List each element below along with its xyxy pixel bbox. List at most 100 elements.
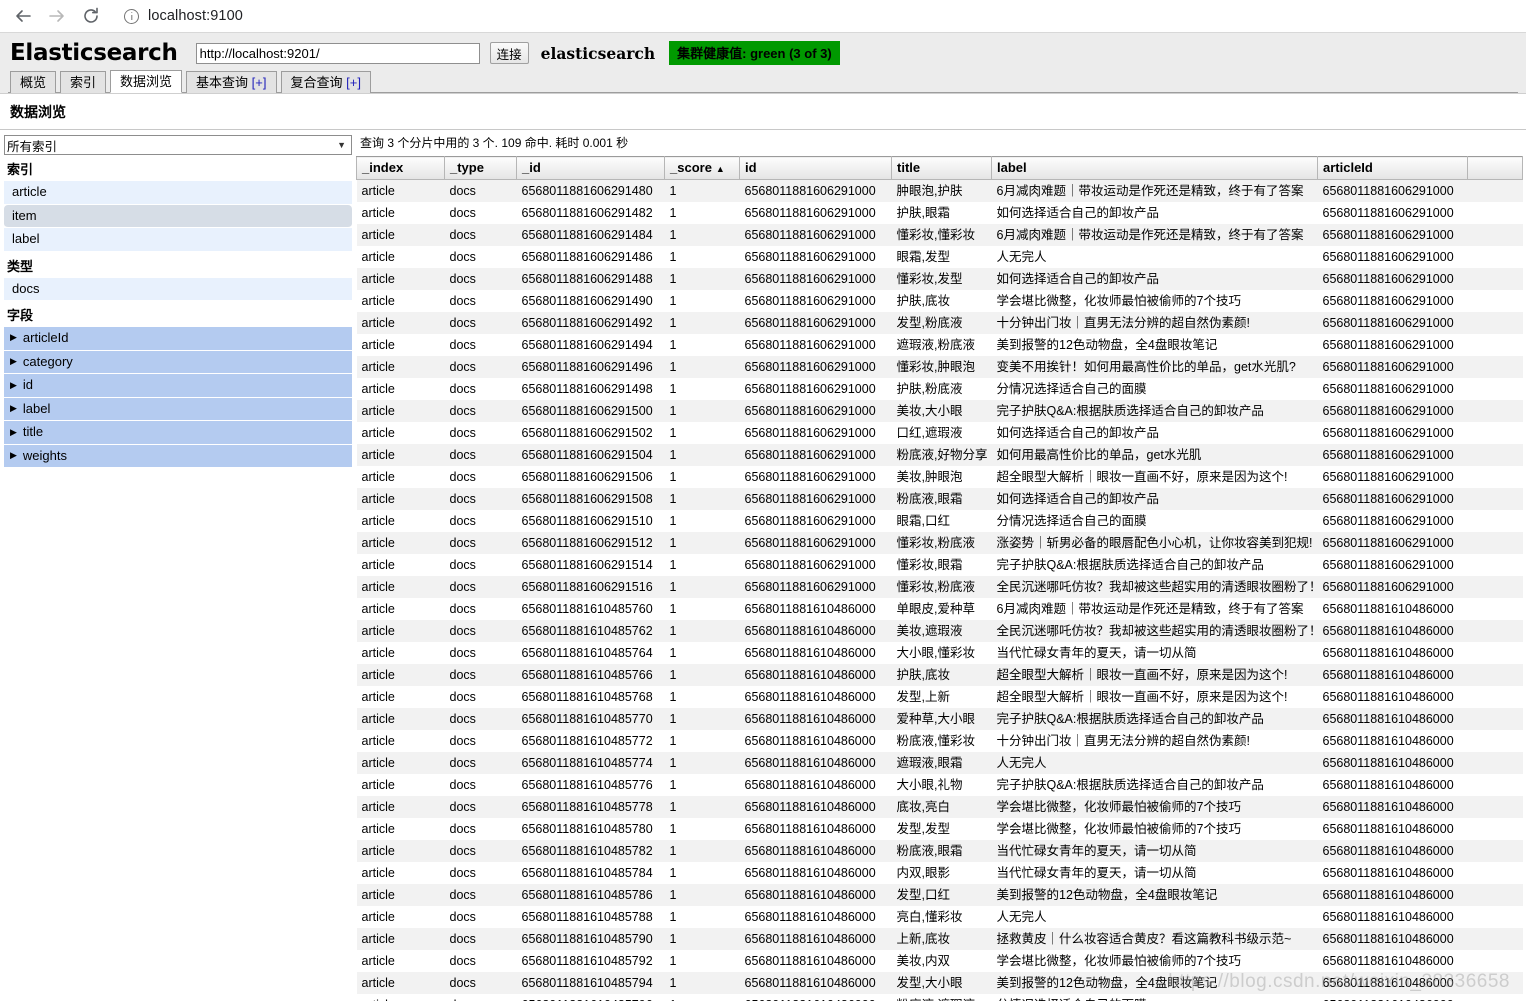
cell-articleId: 6568011881606291000 — [1317, 466, 1468, 488]
info-circle-icon[interactable] — [124, 8, 139, 24]
table-row[interactable]: article docs 6568011881610485766 1 656801188… — [356, 664, 1523, 686]
cell-pad — [1467, 378, 1523, 400]
table-row[interactable]: article docs 6568011881610485790 1 656801188… — [356, 928, 1523, 950]
col-header-title[interactable]: title — [891, 156, 992, 180]
table-row[interactable]: article docs 6568011881610485792 1 656801188… — [356, 950, 1523, 972]
table-row[interactable]: article docs 6568011881610485786 1 656801188… — [356, 884, 1523, 906]
table-row[interactable]: article docs 6568011881610485762 1 656801188… — [356, 620, 1523, 642]
table-row[interactable]: article docs 6568011881606291510 1 656801188… — [356, 510, 1523, 532]
table-row[interactable]: article docs 6568011881610485780 1 656801188… — [356, 818, 1523, 840]
cell-_index: article — [356, 752, 445, 774]
tab-composite-query[interactable]: 复合查询 [+] — [280, 71, 371, 93]
table-row[interactable]: article docs 6568011881606291484 1 656801188… — [356, 224, 1523, 246]
table-row[interactable]: article docs 6568011881606291498 1 656801188… — [356, 378, 1523, 400]
tab-indices[interactable]: 索引 — [60, 71, 107, 93]
triangle-right-icon: ▶ — [10, 426, 17, 437]
cell-_id: 6568011881606291490 — [516, 290, 665, 312]
col-header-id[interactable]: id — [739, 156, 892, 180]
table-row[interactable]: articledocs65680118816104857961656801188… — [356, 994, 1523, 1001]
col-header-_type[interactable]: _type — [444, 156, 517, 180]
table-row[interactable]: article docs 6568011881606291508 1 656801188… — [356, 488, 1523, 510]
cell-_type: docs — [444, 202, 517, 224]
table-row[interactable]: article docs 6568011881610485768 1 656801188… — [356, 686, 1523, 708]
tab-overview[interactable]: 概览 — [10, 71, 57, 93]
sidebar-field-weights[interactable]: ▶ weights — [4, 444, 352, 469]
table-row[interactable]: article docs 6568011881610485788 1 656801188… — [356, 906, 1523, 928]
sidebar-field-label[interactable]: ▶ label — [4, 397, 352, 422]
table-row[interactable]: article docs 6568011881606291512 1 656801188… — [356, 532, 1523, 554]
cell-articleId: 6568011881606291000 — [1317, 400, 1468, 422]
table-row[interactable]: article docs 6568011881606291506 1 656801188… — [356, 466, 1523, 488]
table-row[interactable]: article docs 6568011881606291494 1 656801188… — [356, 334, 1523, 356]
sidebar-field-articleId[interactable]: ▶ articleId — [4, 327, 352, 351]
cell-_id: 6568011881610485784 — [516, 862, 665, 884]
connect-button[interactable]: 连接 — [489, 42, 529, 64]
table-row[interactable]: article docs 6568011881606291492 1 656801188… — [356, 312, 1523, 334]
table-row[interactable]: article docs 6568011881606291480 1 656801188… — [356, 179, 1523, 202]
sidebar-index-item[interactable]: item — [4, 204, 352, 229]
index-select[interactable]: 所有索引 ▼ — [4, 135, 352, 155]
cell-_id: 6568011881606291488 — [516, 268, 665, 290]
table-row[interactable]: article docs 6568011881606291514 1 656801188… — [356, 554, 1523, 576]
table-row[interactable]: article docs 6568011881610485794 1 656801188… — [356, 972, 1523, 994]
col-header-_index[interactable]: _index — [356, 156, 445, 180]
col-header-_score[interactable]: _score ▲ — [664, 156, 740, 180]
table-row[interactable]: article docs 6568011881610485778 1 656801188… — [356, 796, 1523, 818]
table-row[interactable]: article docs 6568011881610485772 1 656801188… — [356, 730, 1523, 752]
table-row[interactable]: article docs 6568011881606291502 1 656801188… — [356, 422, 1523, 444]
cell-_index: article — [356, 796, 445, 818]
table-row[interactable]: article docs 6568011881610485784 1 656801188… — [356, 862, 1523, 884]
col-header-articleId[interactable]: articleId — [1317, 156, 1468, 180]
cell-_id: 6568011881610485764 — [516, 642, 665, 664]
col-header-pad[interactable] — [1467, 156, 1523, 180]
cell-_id: 6568011881610485768 — [516, 686, 665, 708]
cell-id: 6568011881606291000 — [739, 356, 892, 378]
triangle-right-icon: ▶ — [10, 356, 17, 366]
table-row[interactable]: article docs 6568011881606291496 1 656801188… — [356, 356, 1523, 378]
cell-label: 全民沉迷哪吒仿妆？我却被这些超实用的清透眼妆圈粉了！ — [991, 576, 1318, 598]
cell-label: 6月减肉难题｜带妆运动是作死还是精致，终于有了答案 — [991, 224, 1318, 246]
host-input[interactable] — [195, 42, 480, 64]
cell-_score: 1 — [664, 950, 740, 972]
table-row[interactable]: article docs 6568011881610485764 1 656801188… — [356, 642, 1523, 664]
forward-icon[interactable] — [40, 2, 74, 30]
sidebar-index-label[interactable]: label — [4, 228, 352, 252]
reload-icon[interactable] — [74, 2, 108, 30]
table-row[interactable]: article docs 6568011881606291482 1 656801188… — [356, 202, 1523, 224]
sidebar-index-article[interactable]: article — [4, 181, 352, 205]
table-row[interactable]: article docs 6568011881606291504 1 656801188… — [356, 444, 1523, 466]
table-row[interactable]: article docs 6568011881606291486 1 656801188… — [356, 246, 1523, 268]
cell-title: 发型,发型 — [891, 818, 992, 840]
address-bar[interactable]: localhost:9100 — [112, 2, 1520, 30]
cell-title: 懂彩妆,粉底液 — [891, 532, 992, 554]
sidebar-field-title[interactable]: ▶ title — [4, 421, 352, 445]
tab-basic-query[interactable]: 基本查询 [+] — [186, 71, 277, 93]
table-row[interactable]: article docs 6568011881610485776 1 656801188… — [356, 774, 1523, 796]
cell-label: 6月减肉难题｜带妆运动是作死还是精致，终于有了答案 — [991, 598, 1318, 620]
tab-basic-query-label: 基本查询 — [196, 75, 252, 90]
table-row[interactable]: article docs 6568011881610485760 1 656801188… — [356, 598, 1523, 620]
sidebar-type-docs[interactable]: docs — [4, 277, 352, 302]
cell-id: 6568011881610486000 — [739, 928, 892, 950]
tab-data-browse[interactable]: 数据浏览 — [110, 70, 183, 93]
back-icon[interactable] — [6, 2, 40, 30]
table-row[interactable]: article docs 6568011881606291490 1 656801188… — [356, 290, 1523, 312]
table-row[interactable]: article docs 6568011881610485770 1 656801188… — [356, 708, 1523, 730]
table-row[interactable]: article docs 6568011881606291500 1 656801188… — [356, 400, 1523, 422]
cell-_score: 1 — [664, 268, 740, 290]
sidebar-field-category[interactable]: ▶ category — [4, 350, 352, 375]
sidebar-field-id[interactable]: ▶ id — [4, 374, 352, 398]
cell-_id: 6568011881610485786 — [516, 884, 665, 906]
table-row[interactable]: article docs 6568011881610485774 1 656801188… — [356, 752, 1523, 774]
cell-title: 粉底液,遮瑕液 — [891, 994, 992, 1001]
table-row[interactable]: article docs 6568011881610485782 1 656801188… — [356, 840, 1523, 862]
table-row[interactable]: article docs 6568011881606291488 1 656801188… — [356, 268, 1523, 290]
col-header-label[interactable]: label — [991, 156, 1318, 180]
sidebar-field-label: id — [22, 377, 34, 393]
cell-label: 完子护肤Q&A:根据肤质选择适合自己的卸妆产品 — [991, 708, 1318, 730]
cell-articleId: 6568011881610486000 — [1317, 752, 1468, 774]
col-header-_id[interactable]: _id — [516, 156, 665, 180]
cell-label: 分情况选择适合自己的面膜 — [991, 378, 1318, 400]
cell-pad — [1467, 554, 1523, 576]
table-row[interactable]: article docs 6568011881606291516 1 656801188… — [356, 576, 1523, 598]
